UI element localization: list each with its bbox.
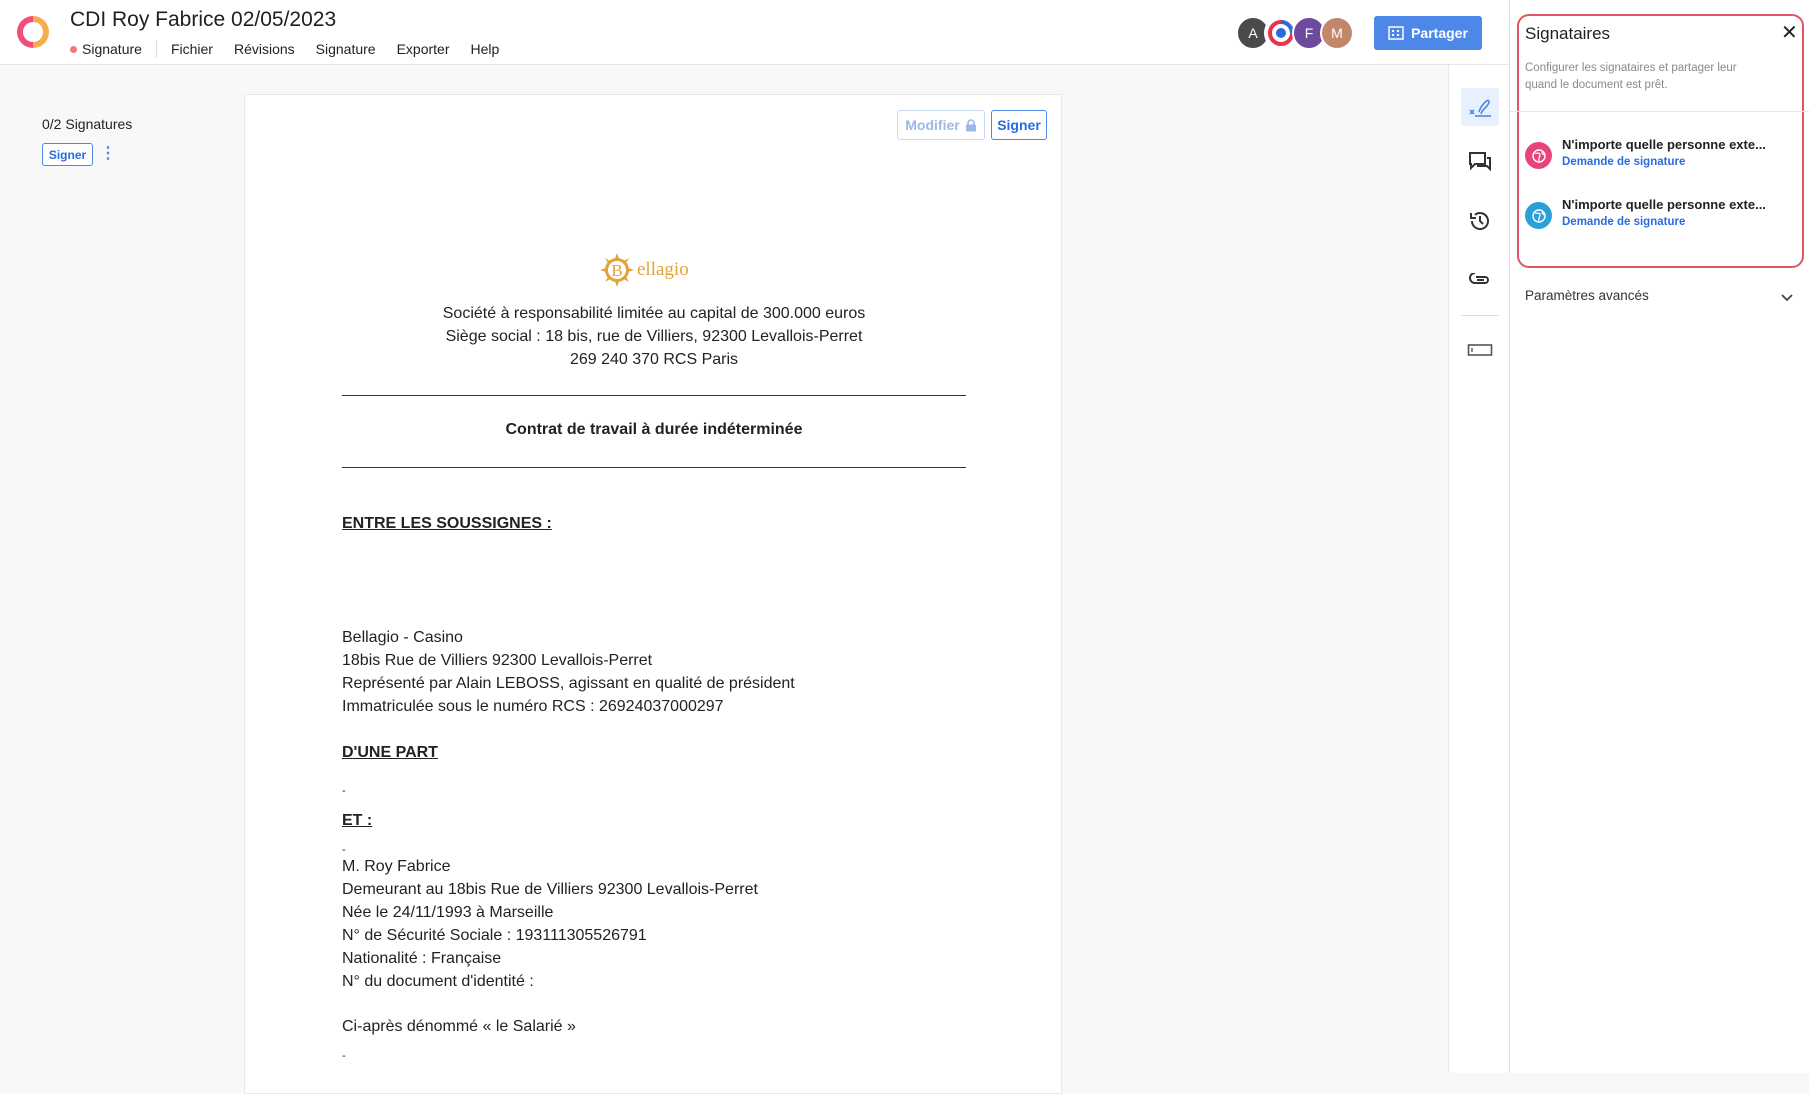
signature-count: 0/2 Signatures <box>42 116 133 132</box>
globe-icon <box>1525 142 1552 169</box>
field-icon[interactable] <box>1461 331 1499 369</box>
panel-title: Signataires <box>1525 24 1611 43</box>
employer-line: Immatriculée sous le numéro RCS : 269240… <box>342 698 724 715</box>
divider-bottom <box>342 467 966 468</box>
modifier-label: Modifier <box>905 117 960 133</box>
status-dot-icon <box>70 45 77 53</box>
panel-divider <box>1510 111 1809 112</box>
section-une-part: D'UNE PART <box>342 744 438 761</box>
status-badge: Signature <box>70 40 157 58</box>
employee-line: Nationalité : Française <box>342 950 502 967</box>
tool-rail <box>1448 65 1509 1073</box>
contract-title: Contrat de travail à durée indéterminée <box>505 421 803 438</box>
signataires-panel: Signataires ✕ Configurer les signataires… <box>1509 0 1809 1073</box>
globe-icon <box>1525 202 1552 229</box>
document-page: Modifier Signer B ellagio Société à resp… <box>244 94 1062 1094</box>
employee-line: M. Roy Fabrice <box>342 858 451 875</box>
employee-line: N° du document d'identité : <box>342 973 534 990</box>
left-sign-button[interactable]: Signer <box>42 143 93 166</box>
history-icon[interactable] <box>1461 202 1499 240</box>
menu-signature[interactable]: Signature <box>316 41 376 57</box>
separator-dash: - <box>342 785 346 797</box>
chevron-down-icon[interactable] <box>1780 290 1794 308</box>
signature-tool-icon[interactable] <box>1461 88 1499 126</box>
more-options-icon[interactable]: ⋮ <box>100 143 116 165</box>
advanced-settings-toggle[interactable]: Paramètres avancés <box>1525 288 1649 303</box>
menu-exporter[interactable]: Exporter <box>397 41 450 57</box>
salarie-line: Ci-après dénommé « le Salarié » <box>342 1018 576 1035</box>
employee-line: Née le 24/11/1993 à Marseille <box>342 904 554 921</box>
signature-request-link[interactable]: Demande de signature <box>1562 216 1685 228</box>
menu-help[interactable]: Help <box>471 41 500 57</box>
section-entre: ENTRE LES SOUSSIGNES : <box>342 515 552 532</box>
signee-name: N'importe quelle personne exte... <box>1562 137 1766 152</box>
building-icon <box>1388 26 1404 40</box>
attachment-icon[interactable] <box>1461 261 1499 299</box>
employer-line: Bellagio - Casino <box>342 629 463 646</box>
app-logo-icon[interactable] <box>16 12 50 52</box>
share-label: Partager <box>1411 25 1468 41</box>
separator-dash: - <box>342 1050 346 1062</box>
app-header: CDI Roy Fabrice 02/05/2023 Signature Fic… <box>0 0 1509 65</box>
menu-revisions[interactable]: Révisions <box>234 41 295 57</box>
document-title[interactable]: CDI Roy Fabrice 02/05/2023 <box>70 8 336 32</box>
employee-line: Demeurant au 18bis Rue de Villiers 92300… <box>342 881 758 898</box>
lock-icon <box>965 118 976 131</box>
brand-name: ellagio <box>637 259 689 280</box>
signee-name: N'importe quelle personne exte... <box>1562 197 1766 212</box>
bellagio-sun-icon: B <box>600 253 634 287</box>
status-label: Signature <box>82 41 142 57</box>
employer-line: 18bis Rue de Villiers 92300 Levallois-Pe… <box>342 652 653 669</box>
avatar-m[interactable]: M <box>1320 16 1354 50</box>
comments-icon[interactable] <box>1461 143 1499 181</box>
company-line: Société à responsabilité limitée au capi… <box>442 305 866 322</box>
divider-top <box>342 395 966 396</box>
signer-button[interactable]: Signer <box>991 110 1047 140</box>
collaborator-avatars: A F M <box>1236 16 1354 50</box>
employer-block: Bellagio - Casino 18bis Rue de Villiers … <box>342 626 795 718</box>
employer-line: Représenté par Alain LEBOSS, agissant en… <box>342 675 795 692</box>
modifier-button[interactable]: Modifier <box>897 110 985 140</box>
company-line: 269 240 370 RCS Paris <box>569 351 739 368</box>
employee-line: N° de Sécurité Sociale : 193111305526791 <box>342 927 647 944</box>
signature-request-link[interactable]: Demande de signature <box>1562 156 1685 168</box>
close-icon[interactable]: ✕ <box>1781 20 1798 45</box>
menu-bar: Signature Fichier Révisions Signature Ex… <box>70 40 520 58</box>
menu-fichier[interactable]: Fichier <box>171 41 213 57</box>
signee-item-1[interactable]: N'importe quelle personne exte... Demand… <box>1525 134 1795 174</box>
section-et: ET : <box>342 812 373 829</box>
panel-description: Configurer les signataires et partager l… <box>1525 62 1737 91</box>
svg-text:B: B <box>611 261 622 280</box>
rail-divider <box>1461 315 1499 316</box>
share-button[interactable]: Partager <box>1374 16 1482 50</box>
employee-block: M. Roy Fabrice Demeurant au 18bis Rue de… <box>342 855 758 993</box>
company-line: Siège social : 18 bis, rue de Villiers, … <box>445 328 863 345</box>
bellagio-logo: B ellagio <box>599 251 699 289</box>
company-info: Société à responsabilité limitée au capi… <box>245 302 1063 371</box>
signee-item-2[interactable]: N'importe quelle personne exte... Demand… <box>1525 194 1795 234</box>
